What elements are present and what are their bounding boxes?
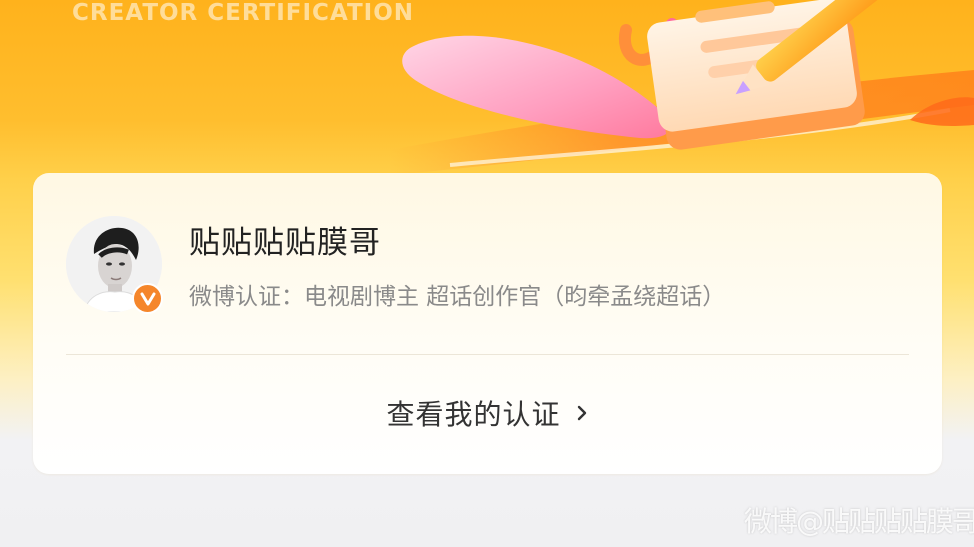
- banner-subtitle: CREATOR CERTIFICATION: [72, 0, 415, 26]
- view-my-certification-button[interactable]: 查看我的认证: [33, 393, 942, 433]
- username: 贴贴贴贴膜哥: [189, 225, 381, 261]
- chevron-right-icon: [577, 405, 586, 421]
- certification-card: 贴贴贴贴膜哥 微博认证：电视剧博主 超话创作官（昀牵孟绕超话） 查看我的认证: [33, 173, 942, 474]
- watermark: 微博@贴贴贴贴膜哥: [744, 505, 974, 538]
- banner: CREATOR CERTIFICATION: [0, 0, 974, 190]
- divider: [66, 354, 909, 355]
- certificate-pen-illustration: [390, 0, 974, 175]
- verified-v-icon: [132, 283, 163, 314]
- view-my-certification-label: 查看我的认证: [386, 398, 561, 431]
- creator-certification-page: CREATOR CERTIFICATION 贴贴贴贴膜哥 微博认证：电视剧博主 …: [0, 0, 974, 547]
- certification-description: 微博认证：电视剧博主 超话创作官（昀牵孟绕超话）: [189, 284, 726, 310]
